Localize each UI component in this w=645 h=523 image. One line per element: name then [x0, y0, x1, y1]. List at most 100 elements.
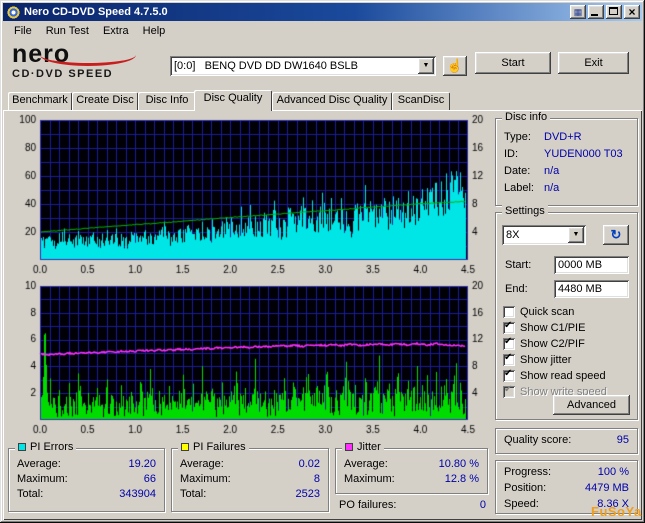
disc-label-label: Label:	[504, 180, 544, 197]
pie-total-label: Total:	[17, 487, 119, 502]
pi-failures-legend: PI Failures	[178, 441, 249, 453]
progress-label: Progress:	[504, 464, 598, 480]
disc-id-row: ID:YUDEN000 T03	[496, 146, 637, 163]
pif-maximum-value: 8	[314, 472, 320, 487]
drive-select-value: [0:0] BENQ DVD DD DW1640 BSLB	[170, 60, 418, 72]
checkbox-show-c2-pif[interactable]: Show C2/PIF	[503, 337, 585, 351]
speed-label: Speed:	[504, 496, 597, 512]
pif-total-value: 2523	[296, 487, 320, 502]
settings-group: Settings 8X ▼ ↻ Start: End: Quick scan S…	[495, 212, 638, 420]
menu-file[interactable]: File	[7, 23, 39, 39]
close-button[interactable]: ×	[624, 5, 640, 19]
chevron-down-icon[interactable]: ▼	[568, 227, 584, 243]
minimize-icon	[591, 14, 598, 16]
checkbox-show-c1-pie[interactable]: Show C1/PIE	[503, 321, 585, 335]
tab-advanced-disc-quality[interactable]: Advanced Disc Quality	[272, 92, 392, 110]
speed-select-value: 8X	[502, 229, 568, 241]
advanced-button[interactable]: Advanced	[553, 395, 630, 415]
checkbox-icon	[503, 354, 515, 366]
checkbox-icon	[503, 322, 515, 334]
grid-icon: ▦	[574, 7, 583, 17]
window-title: Nero CD-DVD Speed 4.7.5.0	[24, 6, 568, 18]
titlebar: Nero CD-DVD Speed 4.7.5.0 ▦ ×	[3, 3, 642, 21]
disc-info-group: Disc info Type:DVD+R ID:YUDEN000 T03 Dat…	[495, 118, 638, 206]
start-button[interactable]: Start	[475, 52, 551, 74]
refresh-icon: ↻	[611, 227, 622, 242]
pif-total-label: Total:	[180, 487, 296, 502]
po-failures-row: PO failures: 0	[339, 499, 486, 511]
disc-id-value: YUDEN000 T03	[544, 146, 623, 163]
eject-button[interactable]: ☝	[443, 56, 467, 76]
tab-create-disc[interactable]: Create Disc	[72, 92, 138, 110]
pif-average-value: 0.02	[299, 457, 320, 472]
disc-id-label: ID:	[504, 146, 544, 163]
disc-info-title: Disc info	[502, 111, 550, 123]
disc-label-value: n/a	[544, 180, 559, 197]
close-icon: ×	[628, 5, 635, 19]
checkbox-show-read-speed[interactable]: Show read speed	[503, 369, 606, 383]
jitter-legend: Jitter	[342, 441, 384, 453]
nero-swoosh	[40, 44, 136, 66]
minimize-button[interactable]	[588, 5, 604, 19]
pie-maximum-label: Maximum:	[17, 472, 144, 487]
maximize-icon	[609, 7, 618, 15]
refresh-button[interactable]: ↻	[603, 225, 629, 245]
maximize-button[interactable]	[606, 5, 622, 19]
hand-icon: ☝	[447, 58, 463, 73]
end-position-label: End:	[505, 283, 528, 295]
tab-disc-quality[interactable]: Disc Quality	[194, 90, 272, 111]
pi-failures-chart	[6, 280, 492, 438]
drive-select[interactable]: [0:0] BENQ DVD DD DW1640 BSLB ▼	[170, 56, 436, 76]
menu-help[interactable]: Help	[136, 23, 173, 39]
position-value: 4479 MB	[585, 480, 629, 496]
disc-date-label: Date:	[504, 163, 544, 180]
disc-date-row: Date:n/a	[496, 163, 637, 180]
progress-row: Progress:100 %	[496, 464, 637, 480]
tab-benchmark[interactable]: Benchmark	[8, 92, 72, 110]
nero-product-name: CD·DVD SPEED	[12, 68, 162, 80]
position-row: Position:4479 MB	[496, 480, 637, 496]
jitter-maximum-value: 12.8 %	[445, 472, 479, 487]
disc-type-label: Type:	[504, 129, 544, 146]
start-position-label: Start:	[505, 259, 531, 271]
jitter-average-value: 10.80 %	[439, 457, 479, 472]
checkbox-show-jitter[interactable]: Show jitter	[503, 353, 571, 367]
progress-value: 100 %	[598, 464, 629, 480]
menu-extra[interactable]: Extra	[96, 23, 136, 39]
disc-label-row: Label:n/a	[496, 180, 637, 197]
chevron-down-icon[interactable]: ▼	[418, 58, 434, 74]
pi-failures-stats-group: PI Failures Average:0.02 Maximum:8 Total…	[171, 448, 329, 512]
jitter-stats-group: Jitter Average:10.80 % Maximum:12.8 %	[335, 448, 488, 494]
menu-run-test[interactable]: Run Test	[39, 23, 96, 39]
jitter-maximum-label: Maximum:	[344, 472, 445, 487]
checkbox-quick-scan[interactable]: Quick scan	[503, 305, 574, 319]
checkbox-icon	[503, 338, 515, 350]
settings-title: Settings	[502, 205, 548, 217]
titlebar-extra-button[interactable]: ▦	[570, 5, 586, 19]
disc-date-value: n/a	[544, 163, 559, 180]
po-failures-label: PO failures:	[339, 499, 480, 511]
po-failures-value: 0	[480, 499, 486, 511]
jitter-average-label: Average:	[344, 457, 439, 472]
quality-score-label: Quality score:	[504, 429, 617, 452]
pi-failures-color-chip	[181, 443, 189, 451]
end-position-input[interactable]	[554, 280, 629, 298]
pi-errors-chart	[6, 114, 492, 278]
pi-errors-color-chip	[18, 443, 26, 451]
exit-button[interactable]: Exit	[558, 52, 629, 74]
disc-type-row: Type:DVD+R	[496, 129, 637, 146]
position-label: Position:	[504, 480, 585, 496]
checkbox-icon	[503, 306, 515, 318]
tab-disc-info[interactable]: Disc Info	[138, 92, 196, 110]
quality-score-group: Quality score: 95	[495, 428, 638, 454]
start-position-input[interactable]	[554, 256, 629, 274]
watermark: FuSoYa	[591, 504, 642, 519]
checkbox-icon	[503, 370, 515, 382]
nero-logo: nero CD·DVD SPEED	[12, 42, 162, 88]
checkbox-icon	[503, 386, 515, 398]
pif-maximum-label: Maximum:	[180, 472, 314, 487]
pie-average-value: 19.20	[128, 457, 156, 472]
pi-errors-legend: PI Errors	[15, 441, 76, 453]
tab-scandisc[interactable]: ScanDisc	[392, 92, 450, 110]
speed-select[interactable]: 8X ▼	[502, 225, 586, 245]
